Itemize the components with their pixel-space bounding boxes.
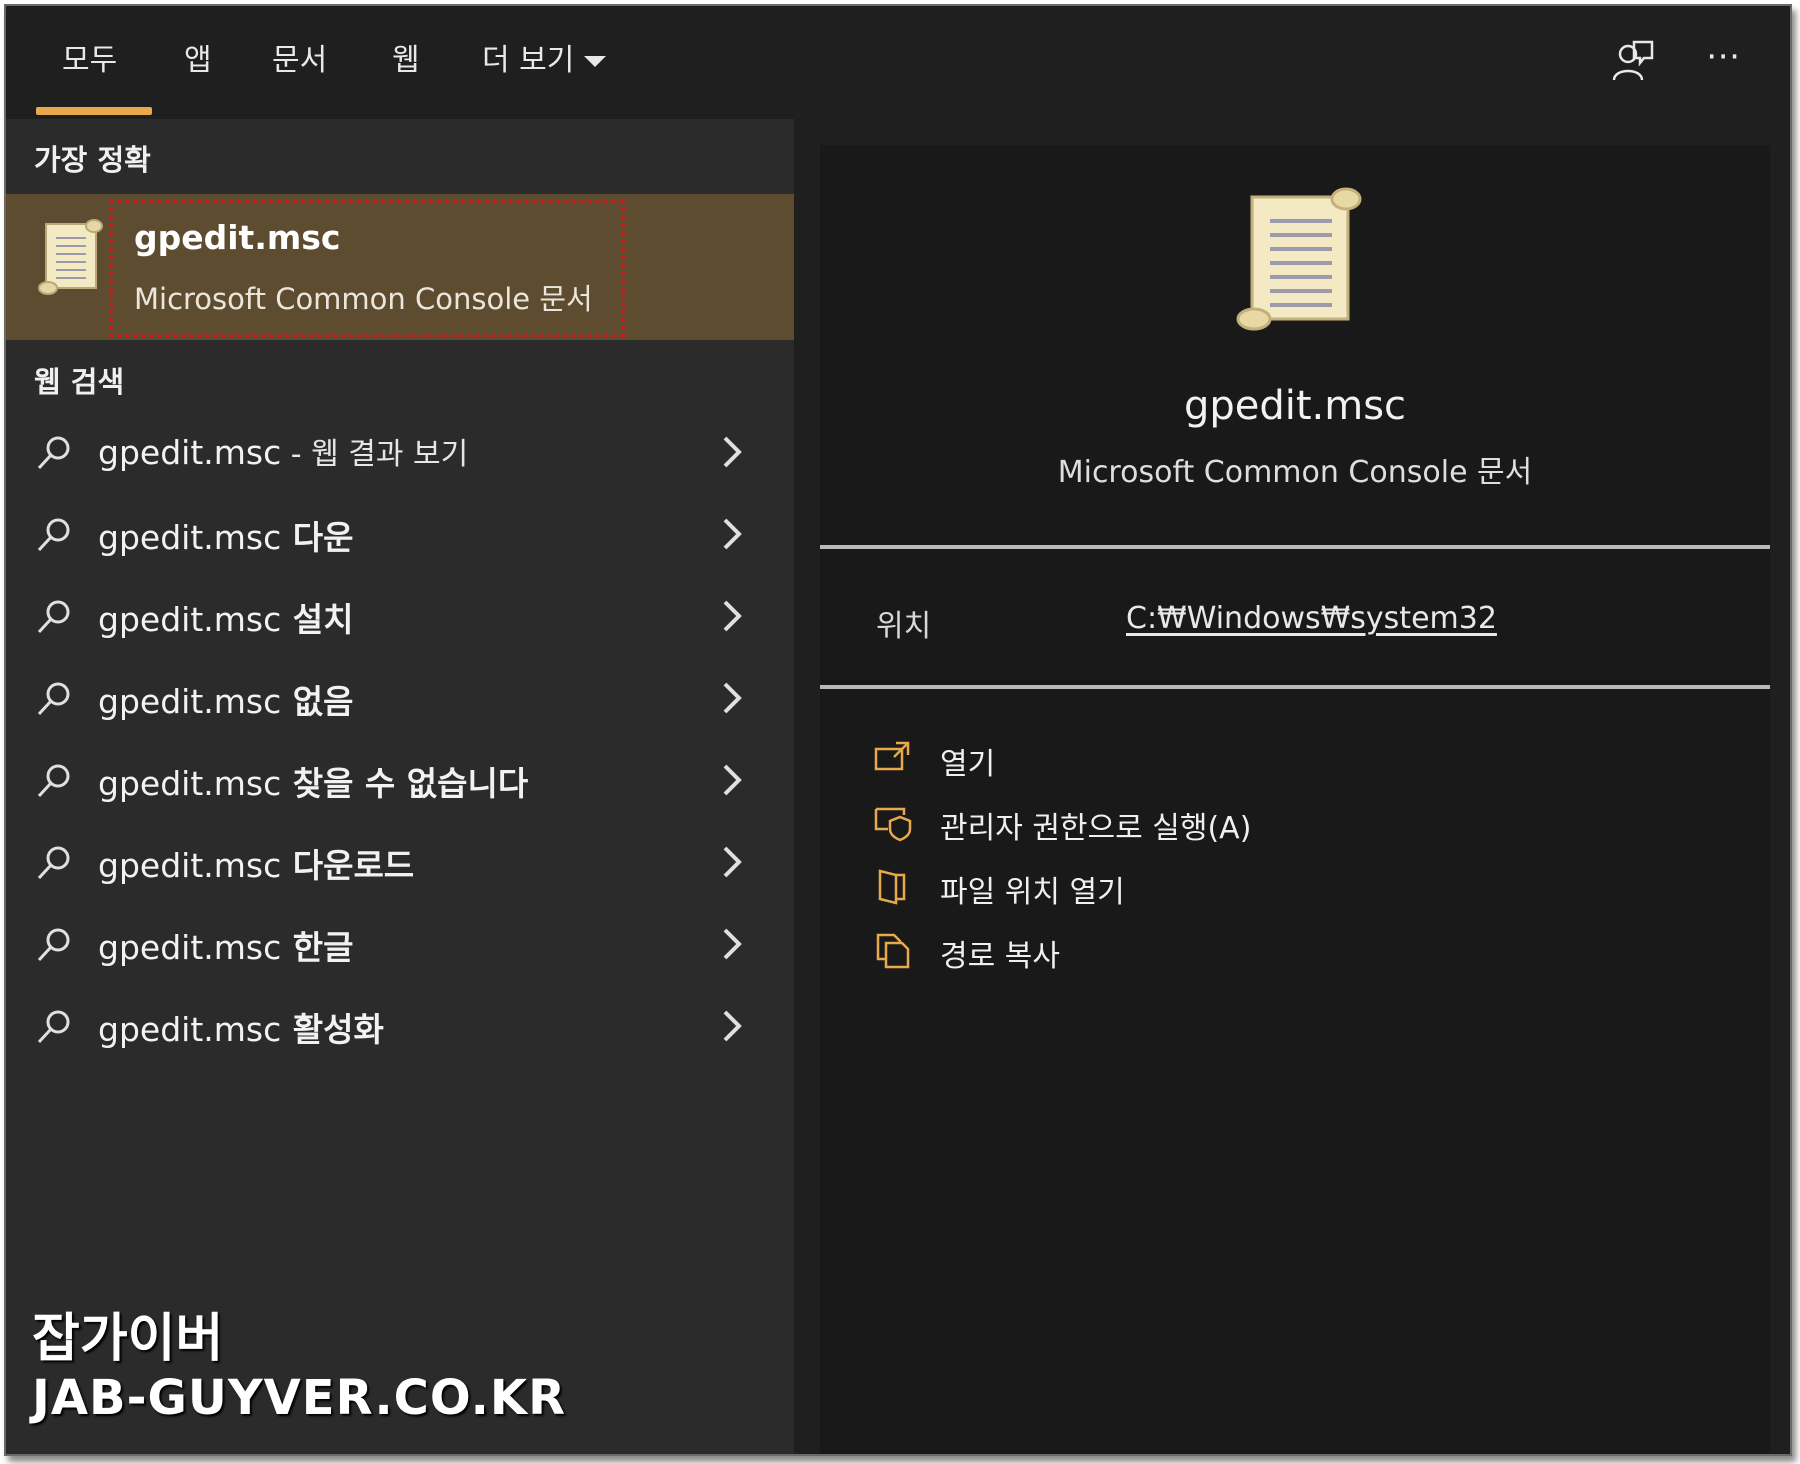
web-search-query: gpedit.msc <box>98 928 282 967</box>
web-search-query: gpedit.msc <box>98 600 282 639</box>
web-search-text: gpedit.msc 없음 <box>98 675 353 723</box>
watermark-korean: 잡가이버 <box>32 1309 224 1369</box>
web-search-row[interactable]: gpedit.msc 없음 <box>6 661 794 737</box>
open-file-location-label: 파일 위치 열기 <box>940 875 1125 910</box>
chevron-right-icon[interactable] <box>720 843 744 881</box>
divider <box>820 685 1770 689</box>
tab-documents[interactable]: 문서 <box>272 36 327 86</box>
web-search-text: gpedit.msc 활성화 <box>98 1003 384 1051</box>
location-link[interactable]: C:₩Windows₩system32 <box>1126 601 1497 636</box>
web-search-suffix: 찾을 수 없습니다 <box>281 764 529 803</box>
msc-document-large-icon <box>1230 185 1370 335</box>
search-icon <box>34 597 74 637</box>
chevron-right-icon[interactable] <box>720 1007 744 1045</box>
active-tab-indicator <box>36 107 152 115</box>
preview-title: gpedit.msc <box>1183 383 1407 429</box>
folder-open-icon <box>872 865 914 907</box>
search-window: 모두 앱 문서 웹 더 보기 ⋯ 가장 정확 gpedit.msc Micros… <box>4 4 1792 1456</box>
tab-more-label: 더 보기 <box>482 43 575 78</box>
chevron-right-icon[interactable] <box>720 925 744 963</box>
caret-down-icon <box>584 56 607 67</box>
feedback-person-icon[interactable] <box>1608 36 1658 86</box>
web-search-text: gpedit.msc 다운 <box>98 511 353 559</box>
web-search-row[interactable]: gpedit.msc 활성화 <box>6 989 794 1065</box>
web-search-query: gpedit.msc <box>98 1010 282 1049</box>
best-match-subtitle: Microsoft Common Console 문서 <box>134 282 593 316</box>
chevron-right-icon[interactable] <box>720 597 744 635</box>
msc-document-icon <box>36 216 106 296</box>
web-search-query: gpedit.msc <box>98 846 282 885</box>
web-search-text: gpedit.msc 찾을 수 없습니다 <box>98 757 528 805</box>
web-search-query: gpedit.msc <box>98 518 282 557</box>
search-icon <box>34 515 74 555</box>
web-search-row[interactable]: gpedit.msc 한글 <box>6 907 794 983</box>
chevron-right-icon[interactable] <box>720 679 744 717</box>
web-search-text: gpedit.msc - 웹 결과 보기 <box>98 429 468 473</box>
web-search-row[interactable]: gpedit.msc 찾을 수 없습니다 <box>6 743 794 819</box>
open-label: 열기 <box>940 747 996 782</box>
search-icon <box>34 1007 74 1047</box>
best-match-heading: 가장 정확 <box>34 143 151 177</box>
web-search-suffix: 다운로드 <box>281 846 415 885</box>
tab-apps[interactable]: 앱 <box>184 36 212 86</box>
web-search-suffix: 활성화 <box>281 1010 384 1049</box>
web-search-suffix: - 웹 결과 보기 <box>281 437 469 472</box>
web-search-suffix: 다운 <box>281 518 354 557</box>
web-search-suffix: 설치 <box>281 600 354 639</box>
web-search-query: gpedit.msc <box>98 433 282 472</box>
web-search-row[interactable]: gpedit.msc 다운로드 <box>6 825 794 901</box>
admin-shield-icon <box>872 801 914 843</box>
tab-web[interactable]: 웹 <box>392 36 420 86</box>
preview-subtitle: Microsoft Common Console 문서 <box>1057 455 1533 490</box>
best-match-title: gpedit.msc <box>134 218 341 257</box>
preview-pane: gpedit.msc Microsoft Common Console 문서 위… <box>794 119 1790 1454</box>
best-match-item[interactable]: gpedit.msc Microsoft Common Console 문서 <box>6 194 794 340</box>
web-search-text: gpedit.msc 다운로드 <box>98 839 414 887</box>
divider <box>820 545 1770 549</box>
search-icon <box>34 925 74 965</box>
web-search-suffix: 한글 <box>281 928 354 967</box>
web-search-query: gpedit.msc <box>98 764 282 803</box>
search-icon <box>34 843 74 883</box>
watermark-url: JAB-GUYVER.CO.KR <box>32 1370 567 1426</box>
copy-path-label: 경로 복사 <box>940 939 1060 974</box>
tab-bar: 모두 앱 문서 웹 더 보기 ⋯ <box>6 6 1790 119</box>
more-options-icon[interactable]: ⋯ <box>1706 36 1756 86</box>
web-search-text: gpedit.msc 설치 <box>98 593 353 641</box>
chevron-right-icon[interactable] <box>720 515 744 553</box>
tab-more[interactable]: 더 보기 <box>482 36 607 86</box>
location-label: 위치 <box>876 609 932 644</box>
web-search-suffix: 없음 <box>281 682 354 721</box>
web-search-row[interactable]: gpedit.msc 설치 <box>6 579 794 655</box>
search-icon <box>34 433 74 473</box>
open-icon <box>872 737 914 779</box>
preview-card: gpedit.msc Microsoft Common Console 문서 위… <box>820 145 1770 1454</box>
web-search-row[interactable]: gpedit.msc 다운 <box>6 497 794 573</box>
tab-all[interactable]: 모두 <box>62 36 117 86</box>
search-icon <box>34 761 74 801</box>
chevron-right-icon[interactable] <box>720 433 744 471</box>
web-search-heading: 웹 검색 <box>34 365 125 399</box>
web-search-text: gpedit.msc 한글 <box>98 921 353 969</box>
web-search-query: gpedit.msc <box>98 682 282 721</box>
web-search-row[interactable]: gpedit.msc - 웹 결과 보기 <box>6 415 794 491</box>
chevron-right-icon[interactable] <box>720 761 744 799</box>
copy-icon <box>872 929 914 971</box>
run-as-admin-label: 관리자 권한으로 실행(A) <box>940 811 1252 846</box>
search-icon <box>34 679 74 719</box>
results-pane: 가장 정확 gpedit.msc Microsoft Common Consol… <box>6 119 794 1454</box>
